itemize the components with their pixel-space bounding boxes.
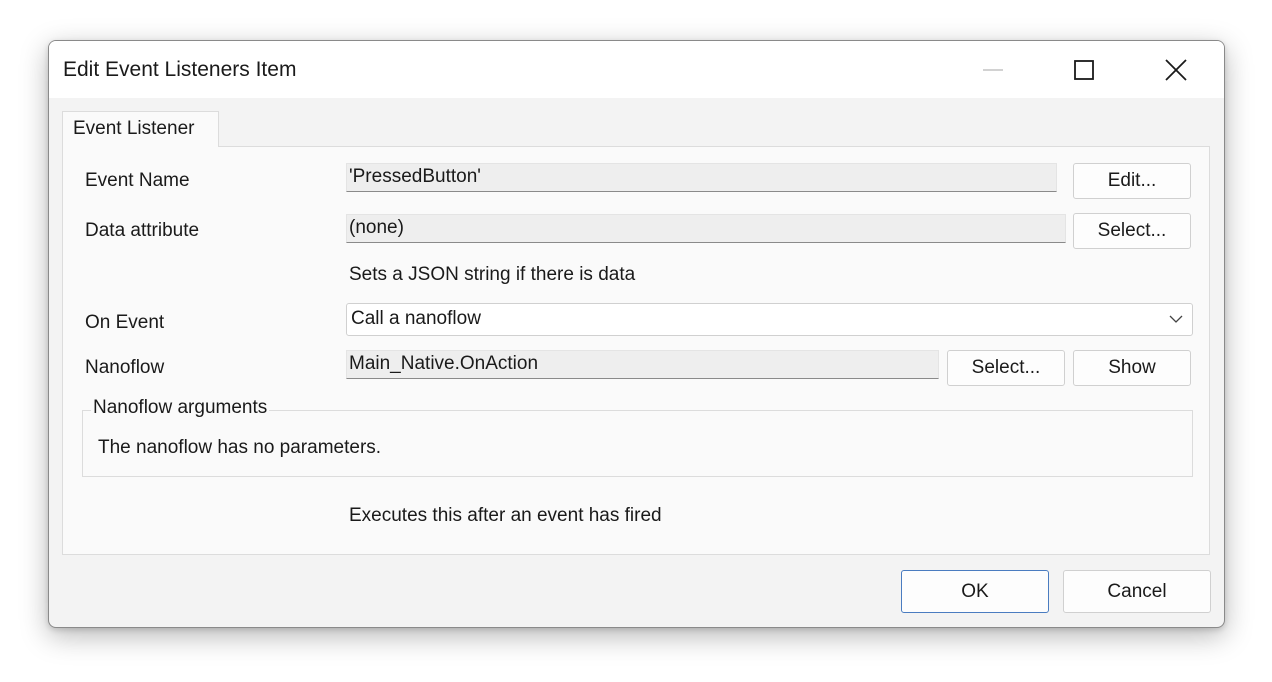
title-bar[interactable]: Edit Event Listeners Item <box>49 41 1224 98</box>
nanoflow-arguments-title: Nanoflow arguments <box>91 397 270 419</box>
select-data-attribute-button[interactable]: Select... <box>1073 213 1191 249</box>
nanoflow-label: Nanoflow <box>85 357 165 378</box>
on-event-hint: Executes this after an event has fired <box>349 505 662 526</box>
nanoflow-arguments-text: The nanoflow has no parameters. <box>98 437 382 458</box>
window-title: Edit Event Listeners Item <box>63 58 297 81</box>
data-attribute-hint: Sets a JSON string if there is data <box>349 264 636 285</box>
select-nanoflow-button[interactable]: Select... <box>947 350 1065 386</box>
nanoflow-field[interactable]: Main_Native.OnAction <box>346 350 939 379</box>
on-event-label: On Event <box>85 312 165 333</box>
on-event-select[interactable]: Call a nanoflow <box>346 303 1193 336</box>
minimize-button[interactable] <box>947 41 1039 98</box>
tab-event-listener[interactable]: Event Listener <box>62 111 219 147</box>
tab-panel: Event Name 'PressedButton' Edit... Data … <box>62 146 1210 555</box>
show-nanoflow-button[interactable]: Show <box>1073 350 1191 386</box>
ok-button[interactable]: OK <box>901 570 1049 613</box>
chevron-down-icon <box>1169 315 1183 323</box>
cancel-button[interactable]: Cancel <box>1063 570 1211 613</box>
event-name-label: Event Name <box>85 170 190 191</box>
close-icon <box>1165 58 1187 81</box>
edit-event-name-button[interactable]: Edit... <box>1073 163 1191 199</box>
maximize-icon <box>1074 59 1094 80</box>
nanoflow-arguments-group: Nanoflow arguments The nanoflow has no p… <box>82 397 1193 477</box>
dialog-window: Edit Event Listeners Item Event Listener… <box>48 40 1225 628</box>
data-attribute-field[interactable]: (none) <box>346 214 1066 243</box>
maximize-button[interactable] <box>1038 41 1130 98</box>
on-event-selected-value: Call a nanoflow <box>351 308 481 329</box>
close-button[interactable] <box>1130 41 1222 98</box>
data-attribute-label: Data attribute <box>85 220 200 241</box>
event-name-field[interactable]: 'PressedButton' <box>346 163 1057 192</box>
minimize-icon <box>983 68 1003 71</box>
